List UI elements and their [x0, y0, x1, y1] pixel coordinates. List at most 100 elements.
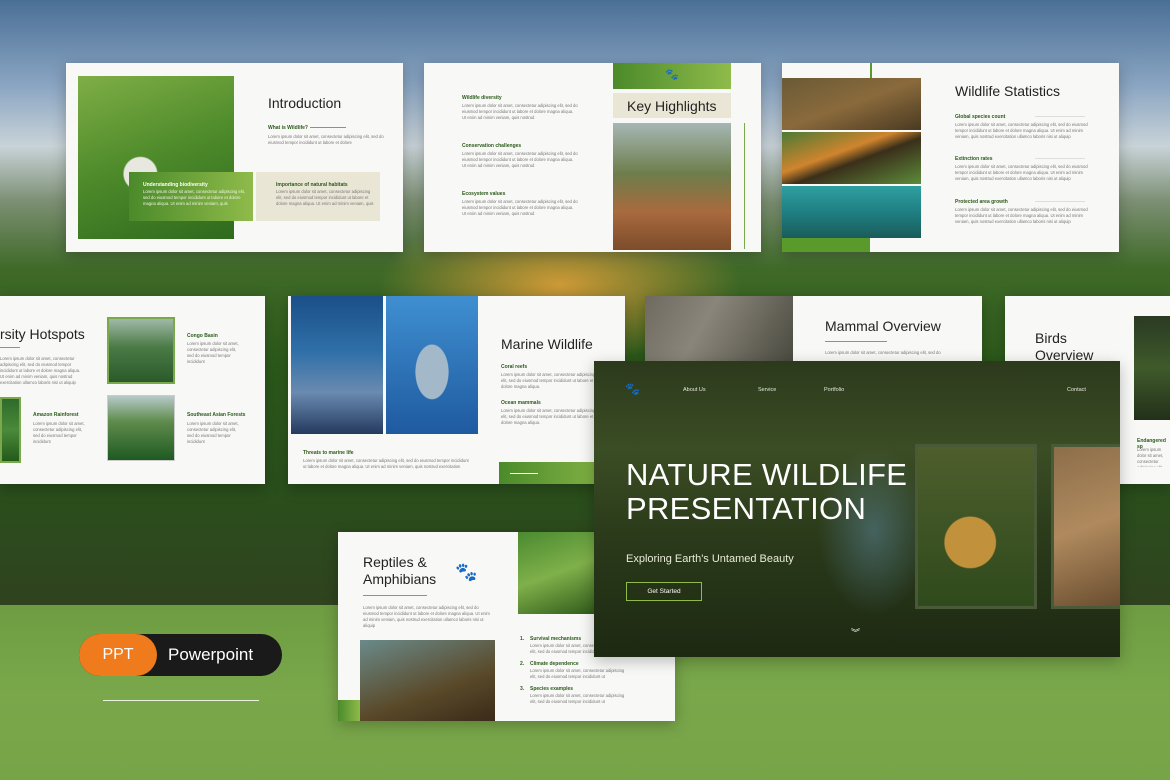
badge-underline — [103, 700, 259, 701]
elephants-photo — [613, 123, 731, 250]
bird-text: Lorem ipsum dolor sit amet, consectetur … — [1137, 447, 1164, 467]
slide-key-highlights[interactable]: Wildlife diversity Lorem ipsum dolor sit… — [424, 63, 761, 252]
vertical-line — [744, 123, 745, 249]
hero-title-line2: PRESENTATION — [626, 491, 867, 526]
marine-item: Ocean mammals — [501, 400, 541, 406]
nav-service[interactable]: Service — [758, 387, 776, 393]
reptile-text: Lorem ipsum dolor sit amet, consectetur … — [530, 668, 625, 679]
slide-title: Birds — [1035, 330, 1067, 346]
hotspot-text: Lorem ipsum dolor sit amet, consectetur … — [187, 421, 239, 444]
divider — [0, 347, 20, 348]
stat-item: Extinction rates — [955, 156, 993, 162]
stat-text: Lorem ipsum dolor sit amet, consectetur … — [955, 207, 1088, 224]
chevron-down-icon[interactable]: ︾ — [851, 626, 860, 639]
paw-icon: 🐾 — [455, 562, 478, 582]
box-text: Lorem ipsum dolor sit amet, consectetur … — [143, 189, 245, 206]
slide-title: Wildlife Statistics — [955, 83, 1061, 99]
leopard-photo — [915, 444, 1037, 609]
beige-info-box: Importance of natural habitats Lorem ips… — [256, 172, 380, 221]
item-number: 2. — [520, 661, 525, 667]
marine-text: Lorem ipsum dolor sit amet, consectetur … — [303, 458, 469, 469]
item-number: 3. — [520, 686, 525, 692]
green-strip — [338, 700, 360, 721]
paw-icon: 🐾 — [665, 69, 679, 81]
hotspot-item: Southeast Asian Forests — [187, 412, 246, 418]
divider — [363, 595, 427, 596]
turtle-photo — [782, 186, 921, 238]
stat-item: Protected area growth — [955, 199, 1008, 205]
ppt-label: PPT — [79, 634, 157, 676]
green-top-strip — [870, 63, 872, 78]
slide-subtitle: What is Wildlife? — [268, 125, 308, 131]
birds-photo — [1134, 316, 1170, 420]
paw-logo-icon: 🐾 — [625, 382, 640, 396]
box-title: Importance of natural habitats — [276, 182, 348, 188]
baby-elephant-photo — [1051, 444, 1120, 609]
reptile-item: Climate dependence — [530, 661, 579, 667]
stat-item: Global species count — [955, 114, 1006, 120]
highlight-text: Lorem ipsum dolor sit amet, consectetur … — [462, 103, 578, 120]
tiger-photo — [782, 132, 921, 184]
highlight-item: Conservation challenges — [462, 143, 522, 149]
highlight-text: Lorem ipsum dolor sit amet, consectetur … — [462, 199, 578, 216]
slide-biodiversity-hotspots[interactable]: rsity Hotspots Lorem ipsum dolor sit ame… — [0, 296, 265, 484]
slide-marine-wildlife[interactable]: Marine Wildlife Coral reefs Lorem ipsum … — [288, 296, 625, 484]
highlight-item: Ecosystem values — [462, 191, 506, 197]
slide-body: Lorem ipsum dolor sit amet, consectetur … — [0, 356, 81, 385]
hero-title-line1: NATURE WILDLIFE — [626, 457, 908, 492]
highlight-text: Lorem ipsum dolor sit amet, consectetur … — [462, 151, 578, 168]
slide-introduction[interactable]: Introduction What is Wildlife? Lorem ips… — [66, 63, 403, 252]
reptile-item: Species examples — [530, 686, 574, 692]
slide-title: Marine Wildlife — [501, 336, 593, 352]
slide-title: Introduction — [268, 95, 342, 111]
bear-photo — [782, 78, 921, 130]
highlight-item: Wildlife diversity — [462, 95, 502, 101]
slide-body: Lorem ipsum dolor sit amet, consectetur … — [825, 350, 941, 355]
forest-photo — [107, 395, 175, 461]
reptile-text: Lorem ipsum dolor sit amet, consectetur … — [530, 693, 625, 704]
green-info-box: Understanding biodiversity Lorem ipsum d… — [129, 172, 253, 221]
slide-body: Lorem ipsum dolor sit amet, consectetur … — [363, 605, 490, 628]
slide-body: Lorem ipsum dolor sit amet, consectetur … — [268, 134, 384, 145]
reptile-item: Survival mechanisms — [530, 636, 582, 642]
green-strip — [782, 238, 870, 252]
divider — [1035, 201, 1085, 202]
divider — [1035, 158, 1085, 159]
slide-title: rsity Hotspots — [0, 326, 85, 342]
hotspot-text: Lorem ipsum dolor sit amet, consectetur … — [187, 341, 239, 364]
marine-item: Coral reefs — [501, 364, 528, 370]
slide-title: Reptiles & — [363, 554, 427, 570]
box-text: Lorem ipsum dolor sit amet, consectetur … — [276, 189, 374, 206]
marine-item: Threats to marine life — [303, 450, 354, 456]
marine-text: Lorem ipsum dolor sit amet, consectetur … — [501, 408, 596, 425]
nav-contact[interactable]: Contact — [1067, 387, 1086, 393]
powerpoint-label: Powerpoint — [168, 645, 254, 664]
divider — [510, 473, 538, 474]
marine-text: Lorem ipsum dolor sit amet, consectetur … — [501, 372, 596, 389]
dolphin-photo — [386, 296, 478, 434]
slide-hero-cover[interactable]: 🐾 About Us Service Portfolio Contact NAT… — [594, 361, 1120, 657]
slide-title: Key Highlights — [627, 98, 717, 114]
divider — [825, 341, 887, 342]
nav-about-us[interactable]: About Us — [683, 387, 706, 393]
lizard-photo — [360, 640, 495, 721]
slide-title: Mammal Overview — [825, 318, 941, 334]
nav-portfolio[interactable]: Portfolio — [824, 387, 844, 393]
hero-subtitle: Exploring Earth's Untamed Beauty — [626, 553, 794, 565]
hotspot-item: Amazon Rainforest — [33, 412, 79, 418]
item-number: 1. — [520, 636, 525, 642]
forest-photo — [0, 397, 21, 463]
stat-text: Lorem ipsum dolor sit amet, consectetur … — [955, 122, 1088, 139]
slide-wildlife-statistics[interactable]: Wildlife Statistics Global species count… — [782, 63, 1119, 252]
frog-photo — [518, 532, 596, 614]
divider — [1035, 116, 1085, 117]
stat-text: Lorem ipsum dolor sit amet, consectetur … — [955, 164, 1088, 181]
box-title: Understanding biodiversity — [143, 182, 208, 188]
hotspot-text: Lorem ipsum dolor sit amet, consectetur … — [33, 421, 85, 444]
coral-reef-photo — [291, 296, 383, 434]
slide-title-line2: Amphibians — [363, 571, 437, 587]
get-started-button[interactable]: Get Started — [626, 582, 702, 601]
divider — [310, 127, 346, 128]
forest-photo — [107, 317, 175, 384]
elephant-photo — [645, 296, 793, 362]
